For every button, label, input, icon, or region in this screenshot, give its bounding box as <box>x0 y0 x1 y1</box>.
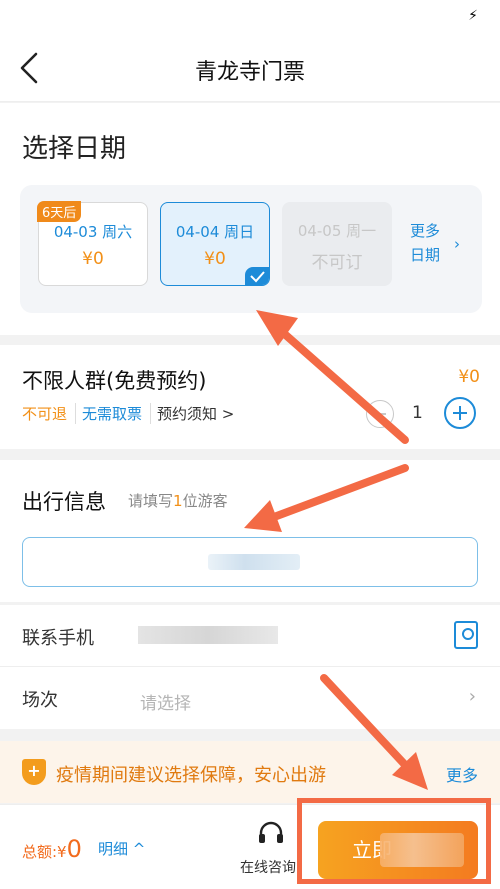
date-card-selected[interactable]: 04-04 周日 ¥0 <box>160 202 270 286</box>
phone-label: 联系手机 <box>22 628 94 649</box>
session-row[interactable]: 场次 请选择 › <box>0 667 500 729</box>
tag-no-pickup: 无需取票 <box>82 403 152 424</box>
more-dates-label: 更多 <box>410 222 441 240</box>
phone-row[interactable]: 联系手机 <box>0 605 500 667</box>
days-later-badge: 6天后 <box>37 201 82 222</box>
ticket-tags: 不可退 无需取票 预约须知 > <box>22 403 248 424</box>
plus-icon[interactable] <box>444 397 476 429</box>
date-card-date: 04-04 周日 <box>175 223 255 241</box>
traveler-heading: 出行信息 <box>22 490 106 514</box>
online-consult-label[interactable]: 在线咨询 <box>240 857 296 877</box>
more-dates-label-2: 日期 <box>410 246 441 264</box>
detail-toggle[interactable]: 明细 ^ <box>98 838 145 859</box>
traveler-section: 出行信息 请填写1位游客 <box>0 460 500 602</box>
shield-icon: + <box>22 759 46 785</box>
date-panel: 6天后 04-03 周六 ¥0 04-04 周日 ¥0 04-05 周一 不可订… <box>20 185 482 313</box>
more-dates-button[interactable]: 更多 日期 › <box>410 219 460 267</box>
date-heading: 选择日期 <box>22 134 127 164</box>
date-card-price: ¥0 <box>82 249 104 269</box>
date-card-price: ¥0 <box>204 249 226 269</box>
quantity-value: 1 <box>412 403 423 423</box>
minus-icon[interactable] <box>366 400 394 428</box>
chevron-right-icon: › <box>468 686 476 707</box>
session-placeholder: 请选择 <box>140 694 191 714</box>
tag-non-refundable: 不可退 <box>22 403 77 424</box>
chevron-right-icon: › <box>454 235 460 253</box>
redacted-phone <box>138 626 278 644</box>
redacted-name <box>208 554 300 570</box>
ticket-price: ¥0 <box>458 367 480 387</box>
date-card-date: 04-03 周六 <box>53 223 133 241</box>
banner-more-link[interactable]: 更多 <box>446 762 478 786</box>
checkmark-icon <box>245 267 269 285</box>
contact-book-icon[interactable] <box>454 621 478 649</box>
traveler-input[interactable] <box>22 537 478 587</box>
ticket-section: 不限人群(免费预约) ¥0 不可退 无需取票 预约须知 > 1 <box>0 345 500 449</box>
charging-bolt-icon: ⚡ <box>468 8 478 24</box>
insurance-banner[interactable]: + 疫情期间建议选择保障，安心出游 更多 <box>0 741 500 803</box>
date-card[interactable]: 6天后 04-03 周六 ¥0 <box>37 201 148 286</box>
ticket-name: 不限人群(免费预约) <box>22 369 207 393</box>
date-card-date: 04-05 周一 <box>297 222 377 240</box>
total-amount: 总额:¥0 <box>22 835 82 863</box>
date-section: 选择日期 6天后 04-03 周六 ¥0 04-04 周日 ¥0 04-05 周… <box>0 103 500 335</box>
page-title: 青龙寺门票 <box>194 60 305 85</box>
status-bar: ⚡ <box>0 0 500 36</box>
headset-icon[interactable] <box>256 819 286 849</box>
booking-notice-link[interactable]: 预约须知 > <box>157 403 242 424</box>
session-label: 场次 <box>22 690 58 711</box>
date-card-disabled: 04-05 周一 不可订 <box>282 202 392 286</box>
traveler-hint: 请填写1位游客 <box>128 492 228 510</box>
banner-text: 疫情期间建议选择保障，安心出游 <box>56 765 326 786</box>
date-card-status: 不可订 <box>311 253 363 273</box>
contact-section: 联系手机 场次 请选择 › <box>0 605 500 729</box>
highlight-box <box>297 798 491 884</box>
nav-bar: 青龙寺门票 <box>0 36 500 102</box>
